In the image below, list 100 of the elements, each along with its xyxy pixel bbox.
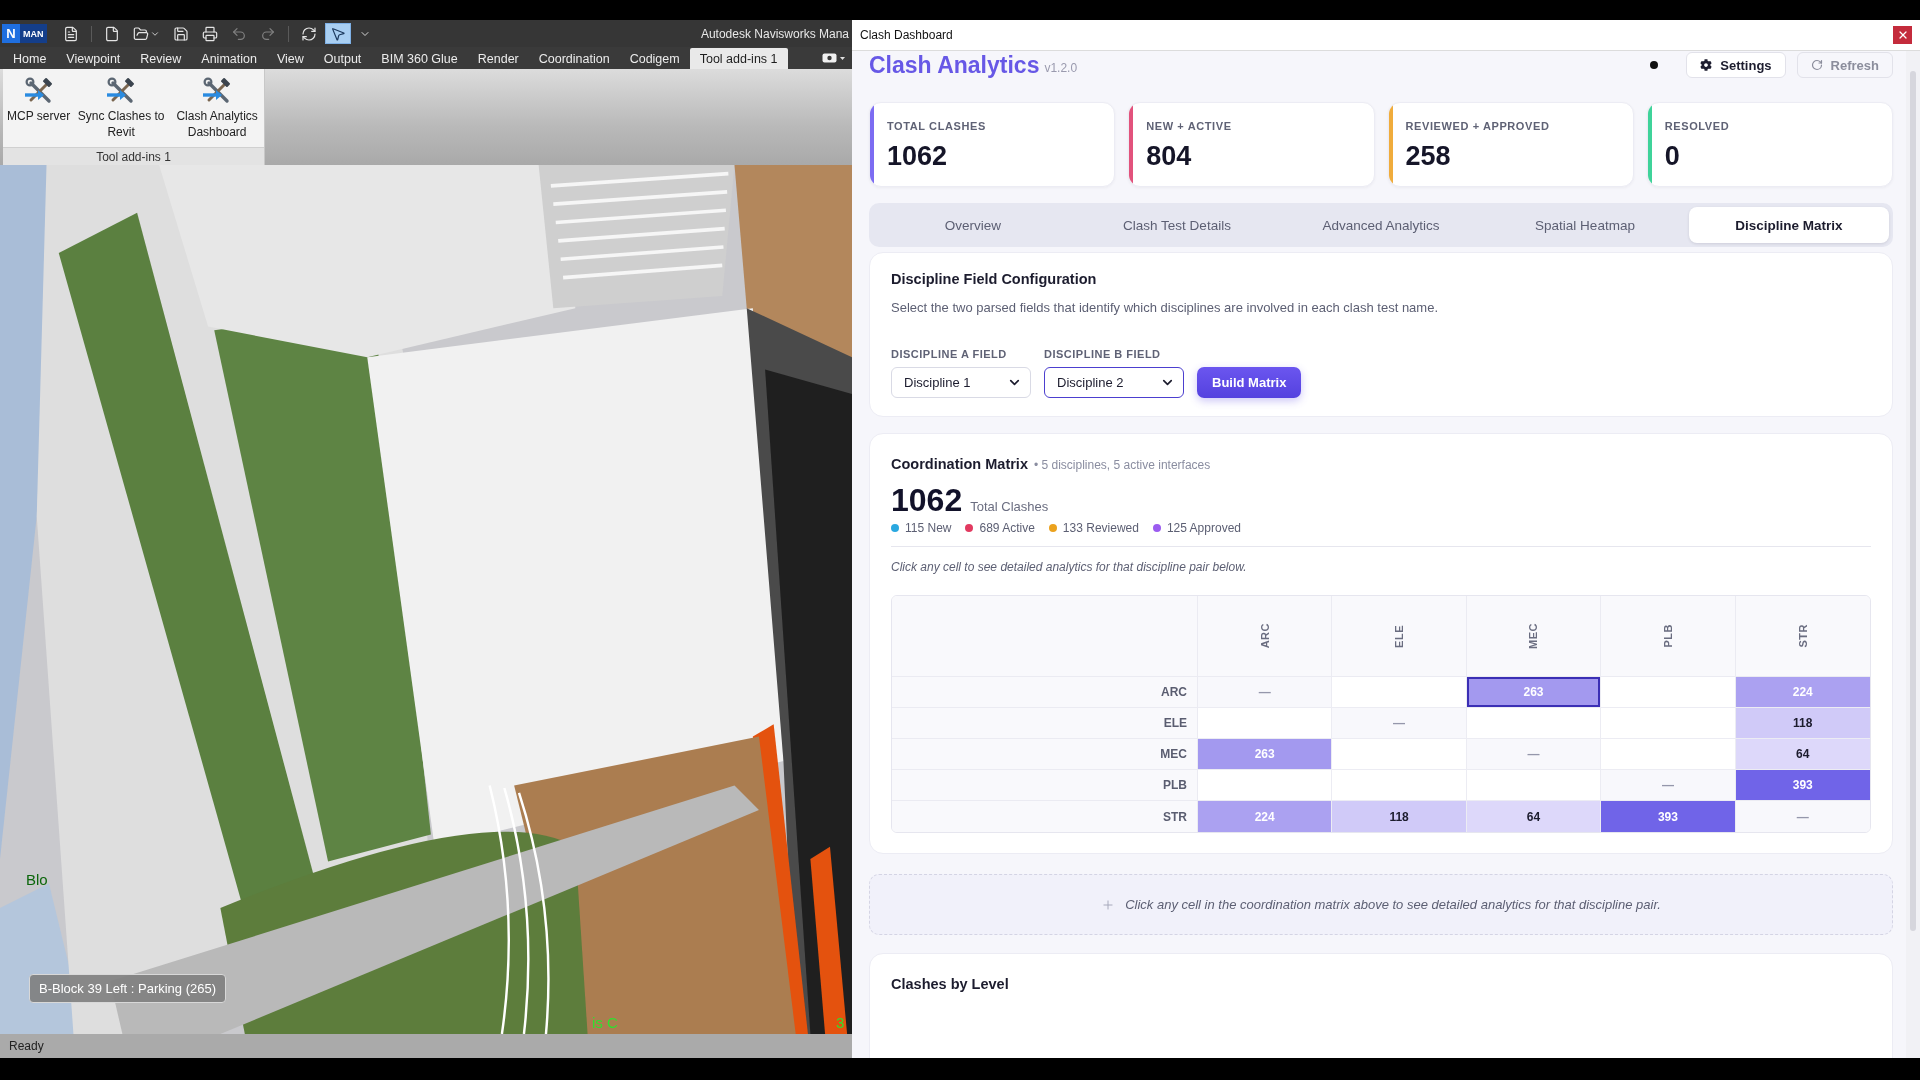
ribbon-tab[interactable]: Coordination bbox=[528, 48, 620, 69]
matrix-cell[interactable] bbox=[1198, 770, 1333, 801]
tab[interactable]: Clash Test Details bbox=[1077, 207, 1277, 243]
tab[interactable]: Discipline Matrix bbox=[1689, 207, 1889, 243]
status-dot-icon bbox=[1650, 61, 1659, 69]
ribbon-button[interactable]: Sync Clashes to Revit bbox=[73, 73, 170, 147]
grid-label: is C bbox=[592, 1014, 618, 1031]
page-icon bbox=[103, 25, 120, 42]
card-description: Select the two parsed fields that identify which disciplines are involved in each clash test name. bbox=[891, 299, 1439, 317]
ribbon-tab[interactable]: View bbox=[266, 48, 314, 69]
card-title: Discipline Field Configuration bbox=[891, 270, 1098, 289]
field-label: DISCIPLINE A FIELD bbox=[891, 347, 1008, 361]
matrix-cell[interactable]: 118 bbox=[1735, 708, 1870, 739]
window-title: Clash Dashboard bbox=[860, 28, 953, 42]
close-button[interactable] bbox=[1893, 26, 1912, 44]
pointer-icon bbox=[329, 25, 346, 42]
settings-icon bbox=[1700, 59, 1713, 71]
matrix-cell[interactable]: 393 bbox=[1601, 801, 1736, 832]
settings-button[interactable]: Settings bbox=[1686, 52, 1786, 78]
matrix-cell[interactable]: 118 bbox=[1332, 801, 1467, 832]
matrix-cell[interactable] bbox=[1198, 708, 1333, 739]
window-title: Autodesk Navisworks Mana bbox=[700, 26, 850, 41]
document-icon bbox=[62, 25, 79, 42]
column-header: MEC bbox=[1466, 596, 1602, 677]
matrix-cell[interactable] bbox=[1601, 708, 1736, 739]
tooltip: B-Block 39 Left : Parking (265) bbox=[29, 974, 227, 1003]
matrix-cell[interactable]: 64 bbox=[1735, 739, 1870, 770]
grid-label: 3 bbox=[836, 1014, 845, 1031]
ribbon-tab[interactable]: Review bbox=[130, 48, 192, 69]
grid-label: Blo bbox=[26, 871, 48, 888]
matrix-cell[interactable] bbox=[1601, 739, 1736, 770]
matrix-cell[interactable] bbox=[1332, 739, 1467, 770]
toolbar-button[interactable] bbox=[324, 23, 351, 44]
folder-icon bbox=[132, 25, 149, 42]
ribbon-tab[interactable]: Viewpoint bbox=[56, 48, 131, 69]
stat-value: 258 bbox=[1405, 141, 1451, 171]
panel-label: Tool add-ins 1 bbox=[3, 147, 264, 165]
app-logo[interactable]: N bbox=[2, 24, 20, 43]
legend-label: 133 Reviewed bbox=[1062, 521, 1139, 535]
dropdown-field[interactable]: Discipline 1 bbox=[891, 367, 1031, 398]
tools-arrow-icon bbox=[23, 77, 54, 105]
matrix-cell[interactable] bbox=[1332, 677, 1467, 708]
hint-text: Click any cell to see detailed analytics for that discipline pair below. bbox=[891, 559, 1248, 575]
build-matrix-button[interactable]: Build Matrix bbox=[1197, 367, 1302, 398]
save-icon bbox=[172, 25, 189, 42]
legend-label: 689 Active bbox=[979, 521, 1035, 535]
ribbon-tab[interactable]: Animation bbox=[191, 48, 267, 69]
tools-arrow-icon bbox=[106, 77, 137, 105]
total-count: 1062 bbox=[891, 482, 963, 518]
redo-icon bbox=[259, 25, 276, 42]
tab[interactable]: Spatial Heatmap bbox=[1485, 207, 1685, 243]
ribbon-button[interactable]: MCP server bbox=[4, 73, 74, 147]
column-header: ELE bbox=[1332, 596, 1467, 677]
matrix-cell[interactable] bbox=[1601, 677, 1736, 708]
card-subtitle: • 5 disciplines, 5 active interfaces bbox=[1033, 458, 1211, 472]
ribbon-tab[interactable]: Output bbox=[313, 48, 372, 69]
dropdown-field[interactable]: Discipline 2 bbox=[1044, 367, 1184, 398]
tools-arrow-icon bbox=[202, 77, 233, 105]
scrollbar[interactable] bbox=[1906, 51, 1920, 1058]
logo-badge: MAN bbox=[20, 24, 47, 43]
card-title: Clashes by Level bbox=[891, 975, 1010, 994]
stat-label: REVIEWED + APPROVED bbox=[1405, 119, 1550, 133]
matrix-cell[interactable]: 64 bbox=[1466, 801, 1602, 832]
legend-label: 125 Approved bbox=[1166, 521, 1241, 535]
field-label: DISCIPLINE B FIELD bbox=[1044, 347, 1162, 361]
info-text: Click any cell in the coordination matrix above to see detailed analytics for that discipline pair. bbox=[1125, 897, 1661, 912]
ribbon-tab[interactable]: Codigem bbox=[619, 48, 690, 69]
row-header: ELE bbox=[892, 708, 1198, 739]
printer-icon bbox=[201, 25, 218, 42]
total-label: Total Clashes bbox=[970, 499, 1049, 514]
plus-icon bbox=[1101, 897, 1116, 912]
matrix-cell[interactable] bbox=[1466, 770, 1602, 801]
app-title: Clash Analytics bbox=[869, 51, 1040, 79]
ribbon-tab[interactable]: BIM 360 Glue bbox=[371, 48, 468, 69]
version-label: v1.2.0 bbox=[1044, 61, 1078, 75]
tab[interactable]: Advanced Analytics bbox=[1281, 207, 1481, 243]
stat-value: 1062 bbox=[887, 141, 948, 171]
row-header: STR bbox=[892, 801, 1198, 832]
column-header: STR bbox=[1735, 596, 1870, 677]
status-text: Ready bbox=[9, 1039, 44, 1053]
refresh-icon bbox=[1810, 59, 1823, 71]
matrix-cell[interactable] bbox=[1332, 770, 1467, 801]
column-header: PLB bbox=[1601, 596, 1736, 677]
row-header: ARC bbox=[892, 677, 1198, 708]
stat-label: TOTAL CLASHES bbox=[887, 119, 986, 133]
legend-label: 115 New bbox=[905, 521, 952, 535]
card-title: Coordination Matrix bbox=[891, 455, 1028, 474]
matrix-cell[interactable] bbox=[1466, 708, 1602, 739]
stat-label: NEW + ACTIVE bbox=[1146, 119, 1232, 133]
ribbon-button[interactable]: Clash Analytics Dashboard bbox=[169, 73, 266, 147]
stat-value: 804 bbox=[1146, 141, 1192, 171]
tab[interactable]: Overview bbox=[873, 207, 1073, 243]
stat-label: RESOLVED bbox=[1664, 119, 1730, 133]
matrix-cell[interactable]: 393 bbox=[1735, 770, 1870, 801]
undo-icon bbox=[230, 25, 247, 42]
column-header: ARC bbox=[1198, 596, 1333, 677]
ribbon-tab[interactable]: Tool add-ins 1 bbox=[689, 48, 788, 69]
panel-toggle-icon[interactable] bbox=[822, 52, 846, 64]
ribbon-tab[interactable]: Home bbox=[3, 48, 57, 69]
ribbon-tab[interactable]: Render bbox=[467, 48, 529, 69]
